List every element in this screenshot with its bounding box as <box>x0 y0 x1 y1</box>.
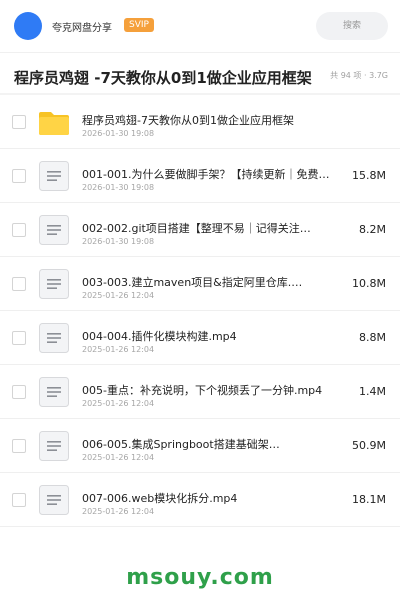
file-date: 2025-01-26 12:04 <box>82 345 155 354</box>
document-icon <box>39 431 69 461</box>
folder-icon <box>39 112 69 135</box>
list-item[interactable]: 007-006.web模块化拆分.mp4 2025-01-26 12:04 18.1… <box>0 473 400 527</box>
page-title: 程序员鸡翅 -7天教你从0到1做企业应用框架 <box>14 69 312 87</box>
header-divider <box>0 52 400 53</box>
file-size: 50.9M <box>352 439 386 452</box>
document-icon <box>39 323 69 353</box>
file-size: 15.8M <box>352 169 386 182</box>
file-size: 8.8M <box>359 331 386 344</box>
file-name[interactable]: 004-004.插件化模块构建.mp4 <box>82 328 332 344</box>
file-date: 2025-01-26 12:04 <box>82 399 155 408</box>
file-name[interactable]: 006-005.集成Springboot搭建基础架… <box>82 436 332 452</box>
list-item[interactable]: 002-002.git项目搭建【整理不易｜记得关注… 2026-01-30 19:… <box>0 203 400 257</box>
file-date: 2025-01-26 12:04 <box>82 291 155 300</box>
search-button[interactable]: 搜索 <box>316 12 388 40</box>
document-icon <box>39 161 69 191</box>
select-checkbox[interactable] <box>12 115 26 129</box>
file-list: 程序员鸡翅-7天教你从0到1做企业应用框架 2026-01-30 19:08 001… <box>0 95 400 527</box>
list-item[interactable]: 程序员鸡翅-7天教你从0到1做企业应用框架 2026-01-30 19:08 <box>0 95 400 149</box>
file-name[interactable]: 002-002.git项目搭建【整理不易｜记得关注… <box>82 220 332 236</box>
select-checkbox[interactable] <box>12 493 26 507</box>
document-icon <box>39 215 69 245</box>
file-date: 2026-01-30 19:08 <box>82 129 155 138</box>
list-item[interactable]: 005-重点：补充说明，下个视频丢了一分钟.mp4 2025-01-26 12:0… <box>0 365 400 419</box>
file-size: 10.8M <box>352 277 386 290</box>
document-icon <box>39 485 69 515</box>
folder-summary: 共 94 项 · 3.7G <box>330 71 388 80</box>
list-item[interactable]: 003-003.建立maven项目&指定阿里仓库.… 2025-01-26 12:… <box>0 257 400 311</box>
document-icon <box>39 377 69 407</box>
select-checkbox[interactable] <box>12 169 26 183</box>
select-checkbox[interactable] <box>12 385 26 399</box>
document-icon <box>39 269 69 299</box>
file-date: 2026-01-30 19:08 <box>82 183 155 192</box>
avatar[interactable] <box>14 12 42 40</box>
list-item[interactable]: 004-004.插件化模块构建.mp4 2025-01-26 12:04 8.8M <box>0 311 400 365</box>
file-date: 2025-01-26 12:04 <box>82 507 155 516</box>
select-checkbox[interactable] <box>12 277 26 291</box>
select-checkbox[interactable] <box>12 439 26 453</box>
file-name[interactable]: 001-001.为什么要做脚手架？【持续更新｜免费… <box>82 166 332 182</box>
file-name[interactable]: 005-重点：补充说明，下个视频丢了一分钟.mp4 <box>82 382 332 398</box>
list-item[interactable]: 001-001.为什么要做脚手架？【持续更新｜免费… 2026-01-30 19:… <box>0 149 400 203</box>
select-checkbox[interactable] <box>12 223 26 237</box>
header-bar: 夸克网盘分享 SVIP 搜索 <box>0 0 400 52</box>
file-size: 8.2M <box>359 223 386 236</box>
file-size: 1.4M <box>359 385 386 398</box>
file-name[interactable]: 003-003.建立maven项目&指定阿里仓库.… <box>82 274 332 290</box>
file-date: 2025-01-26 12:04 <box>82 453 155 462</box>
list-item[interactable]: 006-005.集成Springboot搭建基础架… 2025-01-26 12:… <box>0 419 400 473</box>
file-name[interactable]: 程序员鸡翅-7天教你从0到1做企业应用框架 <box>82 112 332 128</box>
svip-badge: SVIP <box>124 18 154 32</box>
brand-name: 夸克网盘分享 <box>52 23 112 34</box>
file-date: 2026-01-30 19:08 <box>82 237 155 246</box>
file-name[interactable]: 007-006.web模块化拆分.mp4 <box>82 490 332 506</box>
select-checkbox[interactable] <box>12 331 26 345</box>
watermark: msouy.com <box>126 565 274 590</box>
file-size: 18.1M <box>352 493 386 506</box>
